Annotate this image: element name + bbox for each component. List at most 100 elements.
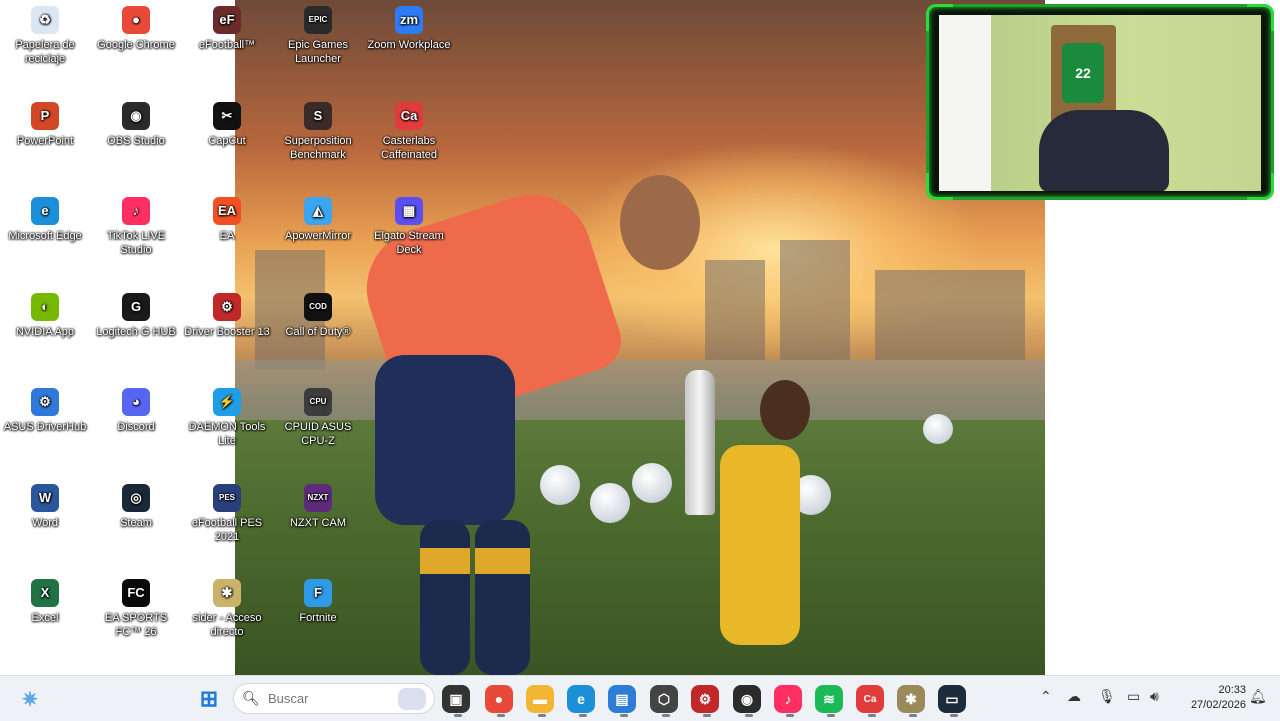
- desktop-icon[interactable]: X Excel: [0, 573, 90, 625]
- desktop-icon[interactable]: FC EA SPORTS FC™ 26: [91, 573, 181, 639]
- desktop-icon[interactable]: zm Zoom Workplace: [364, 0, 454, 52]
- start-button[interactable]: ⊞: [193, 683, 225, 715]
- desktop-icon[interactable]: ⚙ ASUS DriverHub: [0, 382, 90, 434]
- daemon-tools-icon: ⚡: [213, 388, 241, 416]
- desktop-icon[interactable]: EPIC Epic Games Launcher: [273, 0, 363, 66]
- taskbar-app-tools[interactable]: ✱: [897, 685, 925, 717]
- desktop-icon[interactable]: PES eFootball PES 2021: [182, 478, 272, 544]
- desktop-icon[interactable]: G Logitech G HUB: [91, 287, 181, 339]
- stream-deck-icon: ▦: [395, 197, 423, 225]
- microphone-icon[interactable]: 🎙︎: [1098, 688, 1116, 705]
- desktop-icon[interactable]: ◐ NVIDIA App: [0, 287, 90, 339]
- taskbar-app-tiktok[interactable]: ♪: [774, 685, 802, 717]
- desktop-icon[interactable]: ◕ Discord: [91, 382, 181, 434]
- desktop-icon[interactable]: NZXT NZXT CAM: [273, 478, 363, 530]
- desktop-icon[interactable]: F Fortnite: [273, 573, 363, 625]
- desktop-icon[interactable]: COD Call of Duty®: [273, 287, 363, 339]
- desktop-icon[interactable]: ⚡ DAEMON Tools Lite: [182, 382, 272, 448]
- desktop-icon-label: ApowerMirror: [284, 230, 351, 242]
- desktop-icon[interactable]: ◎ Steam: [91, 478, 181, 530]
- desktop-icon-label: Call of Duty®: [285, 326, 351, 338]
- desktop-icon-label: Zoom Workplace: [367, 39, 451, 51]
- desktop-icon-label: Excel: [31, 612, 59, 624]
- desktop-icon[interactable]: ✂ CapCut: [182, 96, 272, 148]
- desktop-icon[interactable]: ♪ TikTok LIVE Studio: [91, 191, 181, 257]
- tiktok-live-icon: ♪: [122, 197, 150, 225]
- desktop-icon-label: sider - Acceso directo: [192, 612, 262, 638]
- desktop-icon[interactable]: ▦ Elgato Stream Deck: [364, 191, 454, 257]
- desktop-icon[interactable]: S Superposition Benchmark: [273, 96, 363, 162]
- desktop-icon[interactable]: ⚙ Driver Booster 13: [182, 287, 272, 339]
- sider-icon: ✱: [213, 579, 241, 607]
- network-icon[interactable]: ▭: [1127, 688, 1140, 705]
- desktop-icon-label: eFootball PES 2021: [191, 517, 263, 543]
- asus-driverhub-icon: ⚙: [31, 388, 59, 416]
- taskbar-app-driver-booster[interactable]: ⚙: [691, 685, 719, 717]
- taskbar-app-chrome[interactable]: ●: [485, 685, 513, 717]
- taskbar-app-casterlabs[interactable]: Ca: [856, 685, 884, 717]
- excel-icon: X: [31, 579, 59, 607]
- fortnite-icon: F: [304, 579, 332, 607]
- zoom-icon: zm: [395, 6, 423, 34]
- taskbar-app-3d-app[interactable]: ⬡: [650, 685, 678, 717]
- gaming-chair: [1039, 110, 1169, 191]
- taskbar-clock[interactable]: 20:33 27/02/2026: [1176, 683, 1246, 713]
- desktop-icon[interactable]: e Microsoft Edge: [0, 191, 90, 243]
- desktop-icon[interactable]: P PowerPoint: [0, 96, 90, 148]
- search-input[interactable]: [266, 690, 390, 707]
- desktop-icon[interactable]: ◉ OBS Studio: [91, 96, 181, 148]
- webcam-feed: 22: [939, 15, 1261, 191]
- volume-icon[interactable]: 🔊︎: [1150, 688, 1159, 705]
- taskbar-app-obs[interactable]: ◉: [733, 685, 761, 717]
- nvidia-icon: ◐: [31, 293, 59, 321]
- taskbar-app-spotify[interactable]: ≋: [815, 685, 843, 717]
- clock-time: 20:33: [1218, 684, 1246, 696]
- desktop-icon-label: Papelera de reciclaje: [15, 39, 75, 65]
- taskbar-search[interactable]: 🔍︎: [233, 683, 435, 714]
- desktop-icon[interactable]: W Word: [0, 478, 90, 530]
- taskbar-app-store[interactable]: ▤: [608, 685, 636, 717]
- capcut-icon: ✂: [213, 102, 241, 130]
- desktop-icon[interactable]: ● Google Chrome: [91, 0, 181, 52]
- desktop-icon[interactable]: CPU CPUID ASUS CPU-Z: [273, 382, 363, 448]
- desktop-icon[interactable]: Ca Casterlabs Caffeinated: [364, 96, 454, 162]
- desktop-icon[interactable]: EA EA: [182, 191, 272, 243]
- football-ball: [590, 483, 630, 523]
- desktop-icon-label: NVIDIA App: [15, 326, 75, 338]
- city-building: [875, 270, 1025, 360]
- casterlabs-icon: Ca: [395, 102, 423, 130]
- superposition-icon: S: [304, 102, 332, 130]
- search-highlight-icon: [398, 688, 426, 710]
- taskbar-app-monitor-app[interactable]: ▭: [938, 685, 966, 717]
- desktop-icon-label: eFootball™: [198, 39, 256, 51]
- taskbar-app-file-explorer[interactable]: ▬: [526, 685, 554, 717]
- cloud-icon[interactable]: ☁: [1067, 688, 1081, 705]
- chevron-up-icon[interactable]: ⌃: [1040, 688, 1052, 705]
- desktop-icon[interactable]: ✱ sider - Acceso directo: [182, 573, 272, 639]
- search-icon: 🔍︎: [242, 690, 260, 706]
- recycle-bin-icon: ♻: [31, 6, 59, 34]
- desktop-icon[interactable]: ♻ Papelera de reciclaje: [0, 0, 90, 66]
- notification-bell-icon[interactable]: 🔔︎: [1249, 688, 1267, 705]
- desktop-icon-label: Superposition Benchmark: [284, 135, 352, 161]
- desktop-icon[interactable]: ◭ ApowerMirror: [273, 191, 363, 243]
- ea-fc-26-icon: FC: [122, 579, 150, 607]
- taskbar-app-task-view[interactable]: ▣: [442, 685, 470, 717]
- desktop-icon-label: Driver Booster 13: [184, 326, 270, 338]
- discord-icon: ◕: [122, 388, 150, 416]
- widgets-button[interactable]: ✷: [14, 683, 46, 715]
- taskbar-app-edge[interactable]: e: [567, 685, 595, 717]
- driver-booster-icon: ⚙: [213, 293, 241, 321]
- efootball-icon: eF: [213, 6, 241, 34]
- running-indicator: [454, 714, 462, 717]
- desktop-icon[interactable]: eF eFootball™: [182, 0, 272, 52]
- running-indicator: [950, 714, 958, 717]
- running-indicator: [662, 714, 670, 717]
- desktop-icon-label: EA: [219, 230, 235, 242]
- running-indicator: [497, 714, 505, 717]
- obs-icon: ◉: [122, 102, 150, 130]
- pes-2021-icon: PES: [213, 484, 241, 512]
- running-indicator: [703, 714, 711, 717]
- desktop-icon-label: OBS Studio: [107, 135, 165, 147]
- desktop-icon-label: PowerPoint: [16, 135, 74, 147]
